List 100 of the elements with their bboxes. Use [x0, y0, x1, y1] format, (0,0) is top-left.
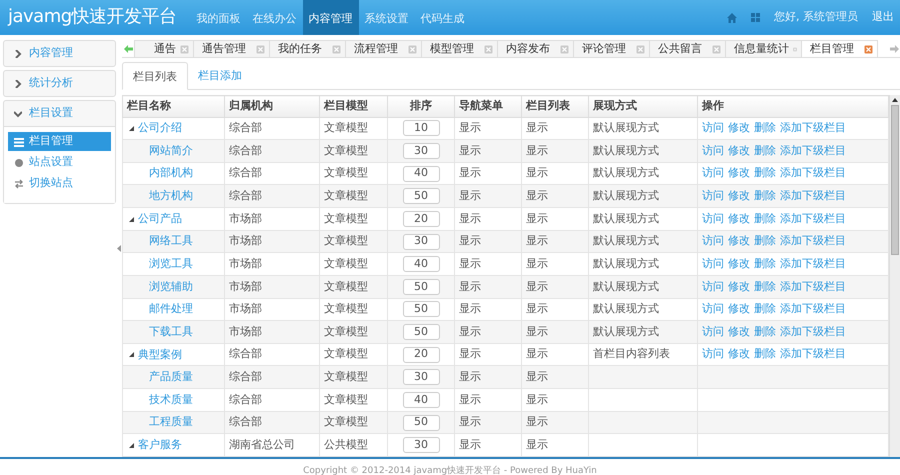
nav-link[interactable]: 内容管理: [302, 0, 359, 35]
action-link[interactable]: 删除: [754, 166, 776, 180]
sort-field[interactable]: 50: [402, 324, 440, 340]
action-link[interactable]: 添加下级栏目: [780, 324, 846, 338]
tab[interactable]: 通告管理: [193, 40, 270, 57]
table-cell: 文章模型: [320, 184, 388, 208]
action-link[interactable]: 修改: [728, 166, 750, 180]
panel-header[interactable]: 栏目设置: [4, 101, 115, 126]
table-cell: 市场部: [224, 252, 320, 276]
action-link[interactable]: 添加下级栏目: [780, 121, 846, 134]
action-link[interactable]: 访问: [702, 212, 724, 225]
action-link[interactable]: 修改: [728, 212, 750, 225]
action-link[interactable]: 添加下级栏目: [780, 347, 846, 360]
greeting-text: 您好, 系统管理员: [774, 9, 858, 26]
nav-link[interactable]: 在线办公: [246, 0, 303, 35]
tab[interactable]: 信息量统计: [725, 40, 802, 57]
action-link[interactable]: 访问: [702, 324, 724, 338]
panel-header[interactable]: 统计分析: [4, 71, 115, 96]
action-link[interactable]: 添加下级栏目: [780, 302, 846, 316]
nav-link[interactable]: 我的面板: [190, 0, 247, 35]
action-link[interactable]: 访问: [702, 280, 724, 293]
nav-link[interactable]: 系统设置: [358, 0, 415, 35]
action-link[interactable]: 删除: [754, 189, 776, 202]
sort-field[interactable]: 30: [402, 369, 440, 386]
sort-field[interactable]: 10: [402, 120, 440, 136]
sort-field[interactable]: 50: [402, 188, 440, 204]
action-link[interactable]: 删除: [754, 280, 776, 293]
tab[interactable]: 模型管理: [421, 40, 498, 57]
action-link[interactable]: 修改: [728, 256, 750, 270]
action-link[interactable]: 删除: [754, 234, 776, 248]
action-link[interactable]: 添加下级栏目: [780, 256, 846, 270]
table-cell: 文章模型: [320, 230, 388, 253]
action-link[interactable]: 访问: [702, 302, 724, 316]
action-link[interactable]: 修改: [728, 189, 750, 202]
action-link[interactable]: 访问: [702, 144, 724, 157]
sidebar-item[interactable]: 站点设置: [8, 153, 111, 172]
sort-field[interactable]: 40: [402, 392, 440, 408]
tab[interactable]: 通告: [134, 40, 194, 57]
action-link[interactable]: 删除: [754, 324, 776, 338]
action-link[interactable]: 访问: [702, 189, 724, 202]
column-header: 展现方式: [588, 96, 698, 118]
sort-field[interactable]: 30: [402, 143, 440, 160]
table-cell: 市场部: [224, 320, 320, 344]
action-link[interactable]: 删除: [754, 256, 776, 270]
table-cell: 显示: [454, 275, 522, 298]
column-header: 排序: [388, 96, 454, 118]
action-link[interactable]: 删除: [754, 347, 776, 360]
table-cell: 文章模型: [320, 208, 388, 230]
tab[interactable]: 内容发布: [497, 40, 574, 57]
action-link[interactable]: 访问: [702, 347, 724, 360]
action-link[interactable]: 访问: [702, 121, 724, 134]
logout-link[interactable]: 退出: [872, 9, 894, 26]
table-cell: 显示: [522, 320, 588, 344]
tab[interactable]: 公共留言: [649, 40, 726, 57]
action-link[interactable]: 删除: [754, 212, 776, 225]
action-link[interactable]: 添加下级栏目: [780, 212, 846, 225]
tab[interactable]: 栏目列表: [122, 62, 188, 90]
action-link[interactable]: 访问: [702, 234, 724, 248]
sort-field[interactable]: 50: [402, 301, 440, 318]
sidebar-item[interactable]: 栏目管理: [8, 132, 111, 151]
tab[interactable]: 栏目添加: [188, 62, 252, 89]
action-link[interactable]: 修改: [728, 324, 750, 338]
tab[interactable]: 流程管理: [345, 40, 422, 57]
action-link[interactable]: 修改: [728, 144, 750, 157]
sort-field[interactable]: 40: [402, 166, 440, 182]
action-link[interactable]: 添加下级栏目: [780, 166, 846, 180]
action-link[interactable]: 修改: [728, 280, 750, 293]
sort-field[interactable]: 30: [402, 437, 440, 454]
action-link[interactable]: 修改: [728, 347, 750, 360]
action-link[interactable]: 删除: [754, 144, 776, 157]
action-link[interactable]: 添加下级栏目: [780, 189, 846, 202]
action-link[interactable]: 添加下级栏目: [780, 144, 846, 157]
table-cell: 显示: [522, 252, 588, 276]
table-cell: 文章模型: [320, 275, 388, 298]
action-link[interactable]: 删除: [754, 302, 776, 316]
action-link[interactable]: 修改: [728, 302, 750, 316]
panel-header[interactable]: 内容管理: [4, 41, 115, 66]
copyright-text: Copyright © 2012-2014 javamg快速开发平台 - Powered By HuaYin: [303, 466, 597, 475]
action-link[interactable]: 添加下级栏目: [780, 234, 846, 248]
action-link[interactable]: 删除: [754, 121, 776, 134]
tab[interactable]: 栏目管理: [801, 40, 878, 57]
action-link[interactable]: 修改: [728, 234, 750, 248]
sort-field[interactable]: 40: [402, 256, 440, 272]
sidebar-item[interactable]: 切换站点: [8, 174, 111, 193]
column-header: 栏目名称: [122, 96, 224, 118]
table-cell: 文章模型: [320, 252, 388, 276]
tab[interactable]: 我的任务: [269, 40, 346, 57]
sort-field[interactable]: 50: [402, 414, 440, 431]
action-link[interactable]: 访问: [702, 166, 724, 180]
table-cell: 市场部: [224, 275, 320, 298]
action-link[interactable]: 添加下级栏目: [780, 280, 846, 293]
sort-field[interactable]: 30: [402, 234, 440, 250]
table-cell: 综合部: [224, 140, 320, 162]
action-link[interactable]: 访问: [702, 256, 724, 270]
sort-field[interactable]: 50: [402, 278, 440, 295]
tab[interactable]: 评论管理: [573, 40, 650, 57]
nav-link[interactable]: 代码生成: [414, 0, 471, 35]
sort-field[interactable]: 20: [402, 210, 440, 227]
action-link[interactable]: 修改: [728, 121, 750, 134]
sort-field[interactable]: 20: [402, 346, 440, 363]
